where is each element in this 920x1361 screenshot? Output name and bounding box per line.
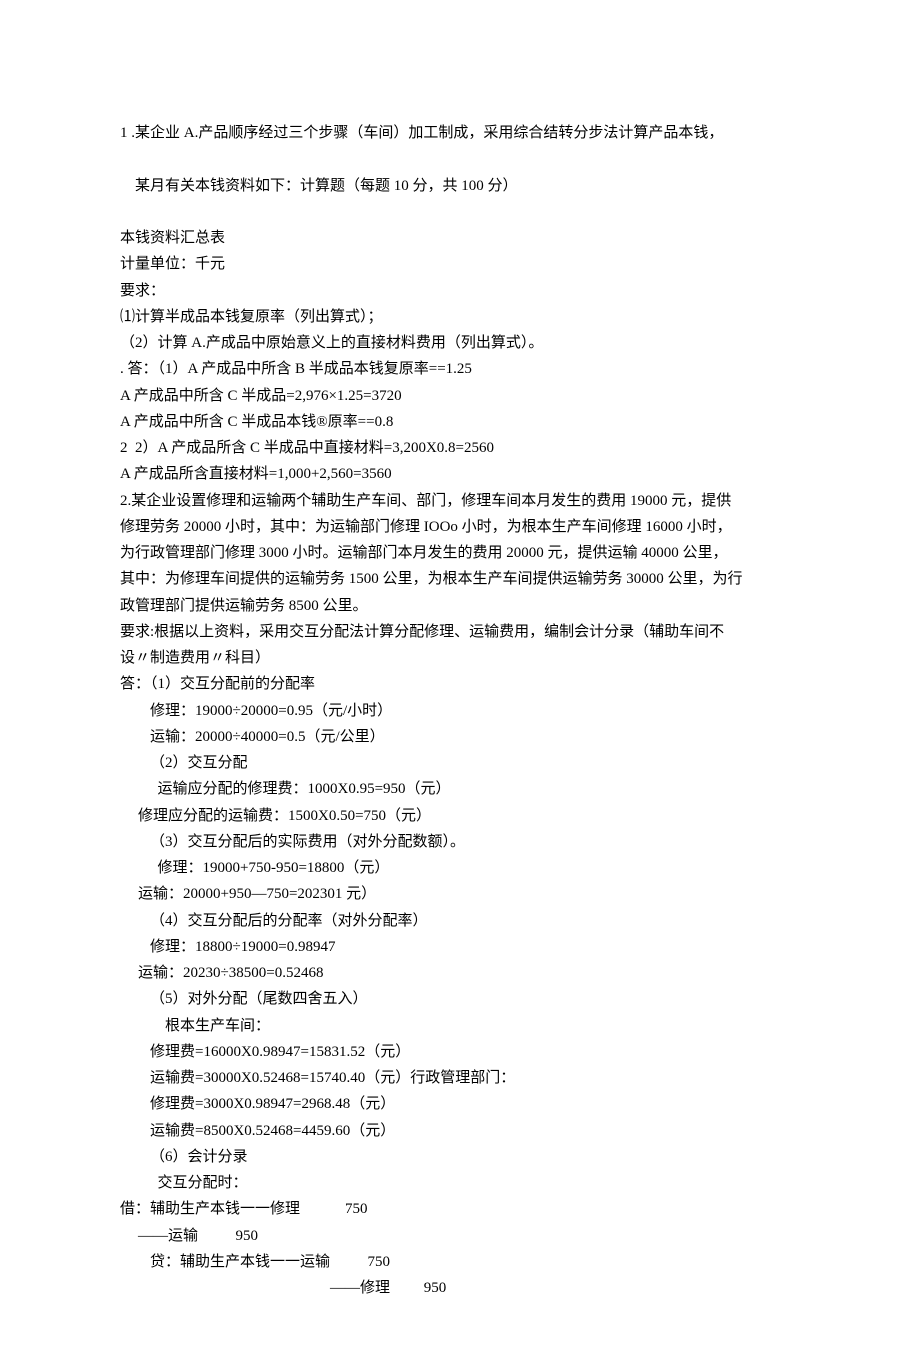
text-line: A 产成品中所含 C 半成品本钱®原率==0.8	[120, 409, 800, 435]
text-line: 答：（1）交互分配前的分配率	[120, 671, 800, 697]
text-line: 修理费=3000X0.98947=2968.48（元）	[120, 1091, 800, 1117]
text-line: 其中：为修理车间提供的运输劳务 1500 公里，为根本生产车间提供运输劳务 30…	[120, 566, 800, 592]
text-line: （5）对外分配（尾数四舍五入）	[120, 986, 800, 1012]
text-line: 运输费=30000X0.52468=15740.40（元）行政管理部门：	[120, 1065, 800, 1091]
text-line: 要求：	[120, 278, 800, 304]
text-line: 为行政管理部门修理 3000 小时。运输部门本月发生的费用 20000 元，提供…	[120, 540, 800, 566]
text-line: 修理费=16000X0.98947=15831.52（元）	[120, 1039, 800, 1065]
document-page: 1 .某企业 A.产品顺序经过三个步骤（车间）加工制成，采用综合结转分步法计算产…	[0, 0, 920, 1361]
text-line: 运输费=8500X0.52468=4459.60（元）	[120, 1118, 800, 1144]
text-line: 设〃制造费用〃科目）	[120, 645, 800, 671]
text-line: 修理应分配的运输费：1500X0.50=750（元）	[120, 803, 800, 829]
text-line: 2 2）A 产成品所含 C 半成品中直接材料=3,200X0.8=2560	[120, 435, 800, 461]
text-line: 修理：19000+750-950=18800（元）	[120, 855, 800, 881]
text-line: 某月有关本钱资料如下：计算题（每题 10 分，共 100 分）	[120, 146, 800, 225]
score-text: 计算题（每题 10 分，共 100 分）	[300, 178, 518, 194]
text-line: 运输应分配的修理费：1000X0.95=950（元）	[120, 776, 800, 802]
text-line: （3）交互分配后的实际费用（对外分配数额）。	[120, 829, 800, 855]
text-line: 运输：20230÷38500=0.52468	[120, 960, 800, 986]
text-line: 要求:根据以上资料，采用交互分配法计算分配修理、运输费用，编制会计分录（辅助车间…	[120, 619, 800, 645]
text-line: . 答：（1）A 产成品中所含 B 半成品本钱复原率==1.25	[120, 356, 800, 382]
text-line: 借：辅助生产本钱一一修理 750	[120, 1196, 800, 1222]
text-line: A 产成品中所含 C 半成品=2,976×1.25=3720	[120, 383, 800, 409]
text-line: （2）交互分配	[120, 750, 800, 776]
text-line: ⑴计算半成品本钱复原率（列出算式）；	[120, 304, 800, 330]
text-line: 修理：19000÷20000=0.95（元/小时）	[120, 698, 800, 724]
text-line: 1 .某企业 A.产品顺序经过三个步骤（车间）加工制成，采用综合结转分步法计算产…	[120, 120, 800, 146]
text-line: 贷：辅助生产本钱一一运输 750	[120, 1249, 800, 1275]
text-line: 计量单位：千元	[120, 251, 800, 277]
text-line: ――运输 950	[120, 1223, 800, 1249]
text-line: 2.某企业设置修理和运输两个辅助生产车间、部门，修理车间本月发生的费用 1900…	[120, 488, 800, 514]
text-line: 运输：20000+950—750=202301 元）	[120, 881, 800, 907]
text-line: 交互分配时：	[120, 1170, 800, 1196]
text-line: （4）交互分配后的分配率（对外分配率）	[120, 908, 800, 934]
text-line: （2）计算 A.产成品中原始意义上的直接材料费用（列出算式）。	[120, 330, 800, 356]
text-line: A 产成品所含直接材料=1,000+2,560=3560	[120, 461, 800, 487]
text-line: 修理劳务 20000 小时，其中：为运输部门修理 IOOo 小时，为根本生产车间…	[120, 514, 800, 540]
text-line: 运输：20000÷40000=0.5（元/公里）	[120, 724, 800, 750]
text-line: 根本生产车间：	[120, 1013, 800, 1039]
text-line: 政管理部门提供运输劳务 8500 公里。	[120, 593, 800, 619]
text-line: 修理：18800÷19000=0.98947	[120, 934, 800, 960]
text-line: ――修理 950	[120, 1275, 800, 1301]
text-span: 某月有关本钱资料如下：	[135, 178, 300, 194]
text-line: 本钱资料汇总表	[120, 225, 800, 251]
text-line: （6）会计分录	[120, 1144, 800, 1170]
